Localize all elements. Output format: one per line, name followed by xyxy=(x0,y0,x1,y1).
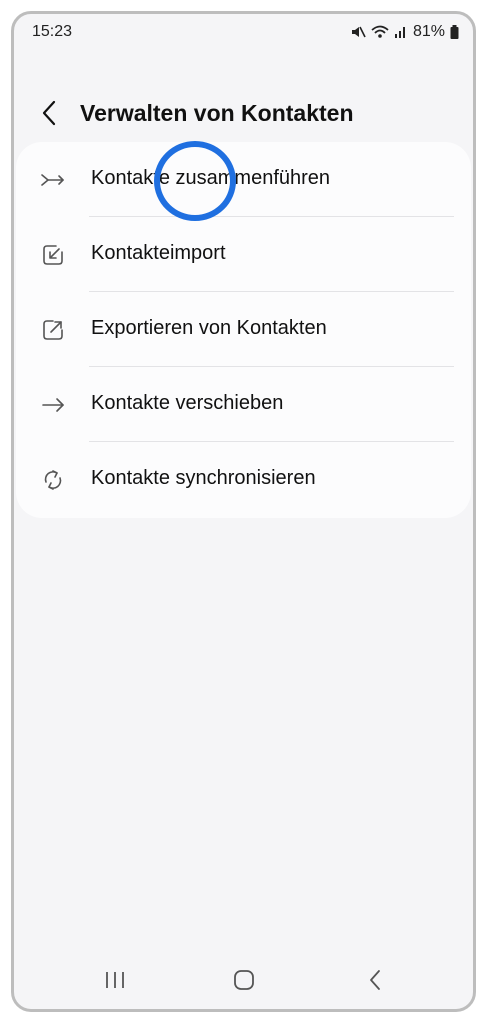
menu-item-import[interactable]: Kontakteimport xyxy=(16,217,471,292)
recent-apps-button[interactable] xyxy=(100,967,130,997)
recent-apps-icon xyxy=(104,970,126,995)
chevron-left-icon xyxy=(41,100,57,131)
menu-item-label: Exportieren von Kontakten xyxy=(91,317,327,339)
battery-percent: 81% xyxy=(412,23,445,40)
menu-item-export[interactable]: Exportieren von Kontakten xyxy=(16,292,471,367)
signal-icon xyxy=(394,25,408,39)
menu-item-label: Kontakte zusammenführen xyxy=(91,167,331,189)
back-icon xyxy=(368,969,382,996)
back-button[interactable] xyxy=(36,98,62,132)
menu-item-move[interactable]: Kontakte verschieben xyxy=(16,367,471,442)
import-icon xyxy=(40,242,66,268)
navigation-bar xyxy=(14,949,473,1009)
wifi-icon xyxy=(371,24,389,40)
mute-icon xyxy=(350,24,366,40)
menu-item-merge[interactable]: Kontakte zusammenführen xyxy=(16,142,471,217)
menu-card: Kontakte zusammenführen Kontakteimport E… xyxy=(16,142,471,518)
status-bar: 15:23 81% xyxy=(14,14,473,52)
menu-item-sync[interactable]: Kontakte synchronisieren xyxy=(16,442,471,517)
arrow-right-icon xyxy=(40,392,66,418)
menu-item-label: Kontakte synchronisieren xyxy=(91,467,316,489)
phone-frame: 15:23 81% Verwalten von Kontakten Kontak… xyxy=(11,11,476,1012)
export-icon xyxy=(40,317,66,343)
merge-icon xyxy=(40,167,66,193)
status-time: 15:23 xyxy=(32,23,73,40)
menu-item-label: Kontakte verschieben xyxy=(91,392,284,414)
battery-icon xyxy=(450,25,459,39)
menu-item-label: Kontakteimport xyxy=(91,242,226,264)
status-icons: 81% xyxy=(350,23,459,41)
home-icon xyxy=(233,969,255,996)
sync-icon xyxy=(40,467,66,493)
header: Verwalten von Kontakten xyxy=(14,84,473,144)
page-title: Verwalten von Kontakten xyxy=(80,100,354,126)
home-button[interactable] xyxy=(229,967,259,997)
nav-back-button[interactable] xyxy=(360,967,390,997)
